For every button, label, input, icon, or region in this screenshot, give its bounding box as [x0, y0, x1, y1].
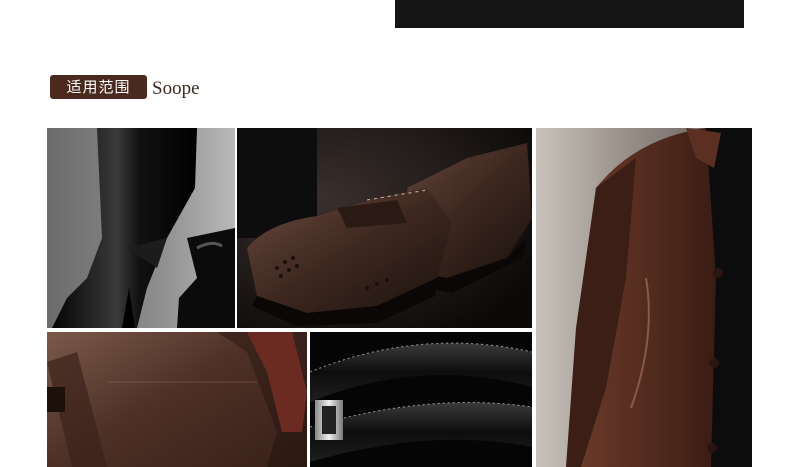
scope-title-en: Soope	[152, 78, 200, 99]
leather-belt-photo	[310, 332, 532, 467]
messenger-bag-photo	[47, 332, 307, 467]
boots-photo	[47, 128, 235, 328]
leather-jacket-photo	[536, 128, 752, 467]
scope-tag-cn: 适用范围	[50, 75, 147, 99]
brogue-shoes-photo	[237, 128, 532, 328]
top-banner-dark-bar	[395, 0, 744, 28]
